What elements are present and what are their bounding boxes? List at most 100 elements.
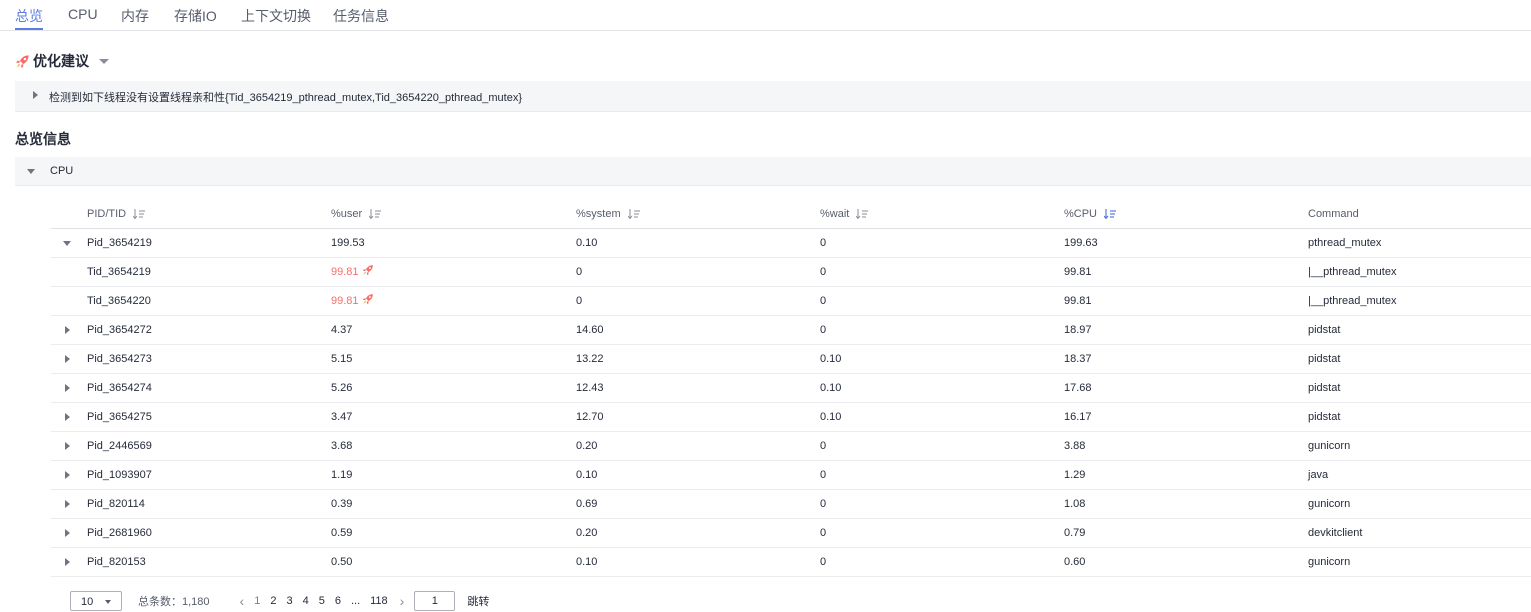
column-label: %wait <box>820 208 850 220</box>
cell-user-hot: 99.81 <box>331 293 374 307</box>
cell-user: 99.81 <box>331 266 359 278</box>
table-row[interactable]: Pid_820114 0.39 0.69 0 1.08 gunicorn <box>51 490 1531 519</box>
cell-wait: 0 <box>820 527 827 539</box>
page-ellipsis[interactable]: ... <box>351 595 360 607</box>
cpu-section-header[interactable]: CPU <box>15 157 1531 186</box>
expand-row-icon[interactable] <box>65 471 70 479</box>
tab-overview[interactable]: 总览 <box>15 6 43 30</box>
cell-wait: 0 <box>820 324 827 336</box>
cell-user: 99.81 <box>331 295 359 307</box>
cell-wait: 0 <box>820 556 827 568</box>
table-row[interactable]: Tid_3654220 99.81 0 0 99.81 |__pthread_m… <box>51 287 1531 316</box>
tab-context-switch[interactable]: 上下文切换 <box>241 6 311 26</box>
column-header-system[interactable]: %system <box>576 208 640 220</box>
suggestion-row[interactable]: 检测到如下线程没有设置线程亲和性{Tid_3654219_pthread_mut… <box>15 81 1531 112</box>
cell-user-hot: 99.81 <box>331 264 374 278</box>
cell-pid: Pid_3654273 <box>87 353 152 365</box>
expand-row-icon[interactable] <box>65 326 70 334</box>
expand-icon[interactable] <box>33 91 38 99</box>
cell-user: 0.59 <box>331 527 353 539</box>
optimization-header: 优化建议 <box>15 51 109 71</box>
table-row[interactable]: Pid_3654275 3.47 12.70 0.10 16.17 pidsta… <box>51 403 1531 432</box>
cell-cpu: 3.88 <box>1064 440 1086 452</box>
table-row[interactable]: Pid_3654273 5.15 13.22 0.10 18.37 pidsta… <box>51 345 1531 374</box>
cell-system: 0 <box>576 266 583 278</box>
page-2[interactable]: 2 <box>270 595 276 607</box>
table-row[interactable]: Pid_2681960 0.59 0.20 0 0.79 devkitclien… <box>51 519 1531 548</box>
cell-system: 0 <box>576 295 583 307</box>
cell-command: |__pthread_mutex <box>1308 266 1397 278</box>
cell-system: 0.10 <box>576 469 598 481</box>
column-label: %user <box>331 208 363 220</box>
cell-user: 0.39 <box>331 498 353 510</box>
page-size-select[interactable]: 10 <box>70 591 122 611</box>
cell-pid: Pid_2681960 <box>87 527 152 539</box>
cell-command: pthread_mutex <box>1308 237 1382 249</box>
cell-pid: Pid_3654272 <box>87 324 152 336</box>
expand-row-icon[interactable] <box>65 500 70 508</box>
table-row[interactable]: Pid_2446569 3.68 0.20 0 3.88 gunicorn <box>51 432 1531 461</box>
overview-title: 总览信息 <box>15 131 71 147</box>
collapse-row-icon[interactable] <box>63 241 71 246</box>
cell-system: 0.69 <box>576 498 598 510</box>
tab-cpu[interactable]: CPU <box>68 6 98 22</box>
expand-row-icon[interactable] <box>65 558 70 566</box>
table-row[interactable]: Pid_3654274 5.26 12.43 0.10 17.68 pidsta… <box>51 374 1531 403</box>
cell-pid: Pid_820114 <box>87 498 145 510</box>
table-row[interactable]: Pid_3654219 199.53 0.10 0 199.63 pthread… <box>51 229 1531 258</box>
suggestion-text: 检测到如下线程没有设置线程亲和性{Tid_3654219_pthread_mut… <box>49 92 523 104</box>
rocket-icon <box>362 293 374 305</box>
cell-cpu: 99.81 <box>1064 266 1092 278</box>
cell-system: 14.60 <box>576 324 604 336</box>
expand-row-icon[interactable] <box>65 442 70 450</box>
table-row[interactable]: Pid_820153 0.50 0.10 0 0.60 gunicorn <box>51 548 1531 577</box>
tab-storage-io[interactable]: 存储IO <box>174 6 217 26</box>
cell-cpu: 99.81 <box>1064 295 1092 307</box>
column-label: Command <box>1308 208 1359 220</box>
cell-pid: Pid_820153 <box>87 556 146 568</box>
cell-user: 199.53 <box>331 237 365 249</box>
table-row[interactable]: Pid_1093907 1.19 0.10 0 1.29 java <box>51 461 1531 490</box>
cell-cpu: 18.97 <box>1064 324 1092 336</box>
cpu-section-label: CPU <box>50 165 74 177</box>
page-4[interactable]: 4 <box>303 595 309 607</box>
cell-wait: 0.10 <box>820 382 842 394</box>
sort-icon[interactable] <box>369 209 382 219</box>
expand-row-icon[interactable] <box>65 529 70 537</box>
cell-command: gunicorn <box>1308 440 1351 452</box>
collapse-icon[interactable] <box>27 169 35 174</box>
sort-desc-active-icon[interactable] <box>1104 209 1117 219</box>
table-row[interactable]: Tid_3654219 99.81 0 0 99.81 |__pthread_m… <box>51 258 1531 287</box>
column-header-wait[interactable]: %wait <box>820 208 869 220</box>
column-header-user[interactable]: %user <box>331 208 382 220</box>
sort-icon[interactable] <box>133 209 146 219</box>
column-header-pid[interactable]: PID/TID <box>87 208 146 220</box>
chevron-down-icon[interactable] <box>99 58 109 64</box>
page-6[interactable]: 6 <box>335 595 341 607</box>
table-row[interactable]: Pid_3654272 4.37 14.60 0 18.97 pidstat <box>51 316 1531 345</box>
expand-row-icon[interactable] <box>65 355 70 363</box>
cell-system: 13.22 <box>576 353 604 365</box>
tab-memory[interactable]: 内存 <box>121 6 149 26</box>
page-3[interactable]: 3 <box>286 595 292 607</box>
cell-wait: 0 <box>820 498 827 510</box>
page-size-value: 10 <box>81 596 94 608</box>
jump-page-input[interactable] <box>414 591 456 611</box>
expand-row-icon[interactable] <box>65 384 70 392</box>
page-1[interactable]: 1 <box>254 595 260 607</box>
cell-cpu: 16.17 <box>1064 411 1092 423</box>
cell-system: 0.20 <box>576 527 598 539</box>
column-header-cpu[interactable]: %CPU <box>1064 208 1117 220</box>
cell-pid: Pid_3654275 <box>87 411 152 423</box>
cell-user: 4.37 <box>331 324 353 336</box>
sort-icon[interactable] <box>856 209 869 219</box>
page-118[interactable]: 118 <box>370 595 388 607</box>
cell-cpu: 1.08 <box>1064 498 1086 510</box>
page-5[interactable]: 5 <box>319 595 325 607</box>
cell-command: gunicorn <box>1308 498 1351 510</box>
column-header-command[interactable]: Command <box>1308 208 1359 220</box>
expand-row-icon[interactable] <box>65 413 70 421</box>
sort-icon[interactable] <box>627 209 640 219</box>
rocket-icon <box>362 264 374 276</box>
tab-task-info[interactable]: 任务信息 <box>333 6 389 26</box>
